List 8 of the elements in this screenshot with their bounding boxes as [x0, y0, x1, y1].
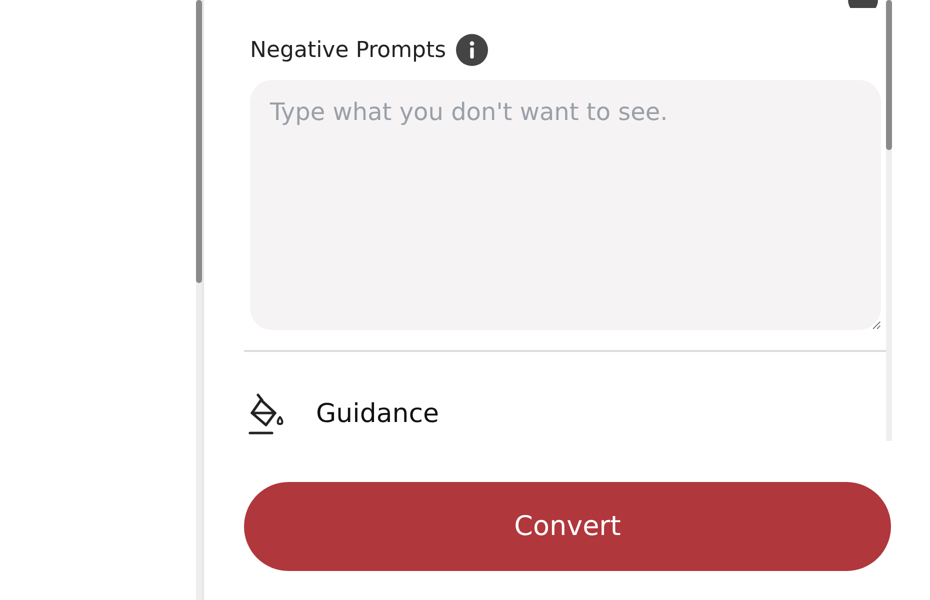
negative-prompt-field[interactable]: Type what you don't want to see. [250, 80, 881, 330]
convert-button[interactable]: Convert [244, 482, 891, 571]
scrollbar-thumb[interactable] [196, 0, 202, 283]
field-label: Negative Prompts [250, 38, 446, 62]
section-title: Guidance [316, 399, 440, 429]
scrollbar-thumb[interactable] [886, 0, 892, 150]
info-icon[interactable] [456, 34, 488, 66]
paint-bucket-icon [246, 392, 286, 436]
